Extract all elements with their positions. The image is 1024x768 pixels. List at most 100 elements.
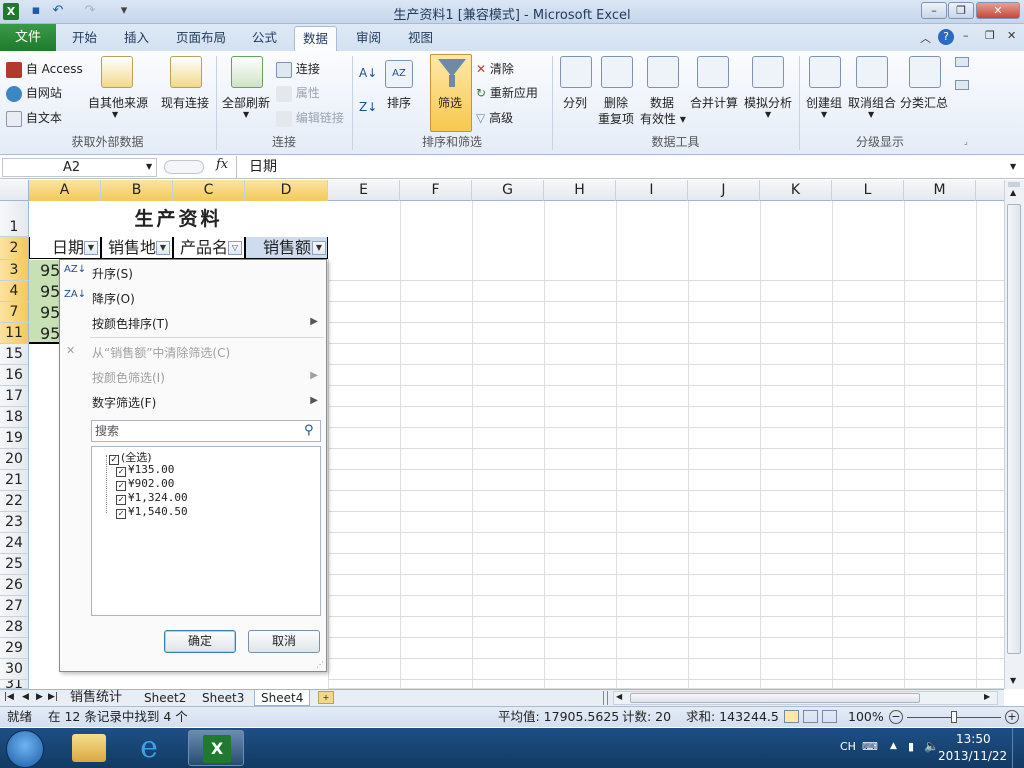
row-header-11[interactable]: 11 xyxy=(0,323,29,344)
properties-button[interactable]: 属性 xyxy=(276,84,320,102)
last-sheet-icon[interactable]: ▶| xyxy=(48,692,58,702)
edit-links-button[interactable]: 编辑链接 xyxy=(276,109,344,127)
file-explorer-icon[interactable] xyxy=(72,734,106,762)
row-header-21[interactable]: 21 xyxy=(0,470,29,491)
row-header-31[interactable]: 31 xyxy=(0,680,29,689)
from-web-button[interactable]: 自网站 xyxy=(6,84,62,102)
normal-view-icon[interactable] xyxy=(784,710,799,723)
language-indicator[interactable]: CH xyxy=(840,740,856,753)
column-header-m[interactable]: M xyxy=(904,180,976,201)
formula-input[interactable]: 日期 xyxy=(236,156,1006,178)
tab-file[interactable]: 文件 xyxy=(0,24,56,51)
other-sources-dropdown-icon[interactable]: ▼ xyxy=(112,110,118,119)
row-header-25[interactable]: 25 xyxy=(0,554,29,575)
zoom-out-icon[interactable]: − xyxy=(889,710,903,724)
column-header-k[interactable]: K xyxy=(760,180,832,201)
resize-grip-icon[interactable]: ⋰ xyxy=(316,660,324,669)
from-access-button[interactable]: 自 Access xyxy=(6,60,83,78)
tab-page-layout[interactable]: 页面布局 xyxy=(168,26,234,51)
filter-active-icon[interactable]: ▽ xyxy=(228,241,242,255)
subtotal-button[interactable]: 分类汇总 xyxy=(900,94,948,111)
restore-button[interactable]: ❐ xyxy=(948,2,974,19)
windows-start-icon[interactable] xyxy=(6,730,44,768)
clear-filter-button[interactable]: ✕ 清除 xyxy=(476,60,514,77)
menu-clear-filter[interactable]: 从“销售额”中清除筛选(C) xyxy=(92,344,230,361)
row-header-20[interactable]: 20 xyxy=(0,449,29,470)
hscroll-thumb[interactable] xyxy=(630,693,920,703)
zoom-in-icon[interactable]: + xyxy=(1005,710,1019,724)
row-header-3[interactable]: 3 xyxy=(0,260,29,281)
row-header-26[interactable]: 26 xyxy=(0,575,29,596)
next-sheet-icon[interactable]: ▶ xyxy=(36,692,43,702)
filter-dropdown-date[interactable]: ▼ xyxy=(84,241,98,255)
row-header-2[interactable]: 2 xyxy=(0,237,29,260)
cell-a7[interactable]: 95. xyxy=(29,302,65,323)
what-if-button[interactable]: 模拟分析 xyxy=(744,94,792,111)
reapply-button[interactable]: ↻ 重新应用 xyxy=(476,84,538,101)
group-dropdown-icon[interactable]: ▼ xyxy=(821,110,827,119)
filter-button[interactable]: 筛选 xyxy=(430,54,472,132)
hide-detail-icon[interactable] xyxy=(955,80,969,90)
refresh-all-button[interactable]: 全部刷新 xyxy=(222,94,270,111)
clock-time[interactable]: 13:50 xyxy=(956,732,991,746)
connections-button[interactable]: 连接 xyxy=(276,60,320,78)
horizontal-scrollbar[interactable]: ◀ ▶ xyxy=(613,691,998,705)
row-header-7[interactable]: 7 xyxy=(0,302,29,323)
wb-close-icon[interactable]: ✕ xyxy=(1007,29,1016,42)
tab-review[interactable]: 审阅 xyxy=(348,26,389,51)
close-button[interactable]: ✕ xyxy=(976,2,1020,19)
wb-restore-icon[interactable]: ❐ xyxy=(985,29,995,42)
cell-a11[interactable]: 95 xyxy=(29,323,60,344)
row-header-29[interactable]: 29 xyxy=(0,638,29,659)
sheet-tab-sales[interactable]: 销售统计 xyxy=(64,690,128,706)
consolidate-button[interactable]: 合并计算 xyxy=(690,94,738,111)
split-box[interactable] xyxy=(1008,182,1020,187)
checkbox-item[interactable]: ✓ ¥1,540.50 xyxy=(116,505,188,519)
sort-ascending-icon[interactable]: A↓ xyxy=(359,66,377,80)
show-desktop-button[interactable] xyxy=(1012,728,1024,768)
column-header-d[interactable]: D xyxy=(245,180,328,201)
ribbon-collapse-icon[interactable]: ︿ xyxy=(920,30,931,46)
volume-icon[interactable]: 🔈 xyxy=(924,739,939,753)
what-if-dropdown-icon[interactable]: ▼ xyxy=(765,110,771,119)
cell-a3[interactable]: 95 xyxy=(29,260,60,281)
row-header-23[interactable]: 23 xyxy=(0,512,29,533)
scroll-right-icon[interactable]: ▶ xyxy=(984,692,990,701)
sort-button[interactable]: 排序 xyxy=(387,94,411,111)
existing-connections-button[interactable]: 现有连接 xyxy=(161,94,209,111)
status-average[interactable]: 平均值: 17905.5625 xyxy=(498,707,619,727)
scroll-left-icon[interactable]: ◀ xyxy=(616,692,622,701)
group-button[interactable]: 创建组 xyxy=(806,94,842,111)
column-header-i[interactable]: I xyxy=(616,180,688,201)
row-header-16[interactable]: 16 xyxy=(0,365,29,386)
sheet-title-cell[interactable]: 生产资料 xyxy=(29,209,328,230)
row-header-1[interactable]: 1 xyxy=(0,201,29,237)
advanced-filter-button[interactable]: ▽ 高级 xyxy=(476,109,513,126)
refresh-all-dropdown-icon[interactable]: ▼ xyxy=(243,110,249,119)
ok-button[interactable]: 确定 xyxy=(164,630,236,653)
column-header-g[interactable]: G xyxy=(472,180,544,201)
filter-value-list[interactable]: ✓ (全选) ✓ ¥135.00 ✓ ¥902.00 ✓ ¥1,324.00 ✓ ¥1,5… xyxy=(91,446,321,616)
sheet-tab-sheet3[interactable]: Sheet3 xyxy=(196,690,250,706)
column-header-b[interactable]: B xyxy=(101,180,173,201)
page-layout-view-icon[interactable] xyxy=(803,710,818,723)
dialog-launcher-icon[interactable]: ⌟ xyxy=(964,137,968,146)
formula-bar-resize-handle[interactable] xyxy=(164,160,204,174)
excel-taskbar-icon[interactable]: X xyxy=(188,730,244,766)
menu-sort-ascending[interactable]: 升序(S) xyxy=(92,265,133,282)
row-header-30[interactable]: 30 xyxy=(0,659,29,680)
menu-sort-by-color[interactable]: 按颜色排序(T) xyxy=(92,315,169,332)
tab-split-handle[interactable] xyxy=(603,691,608,705)
cancel-button[interactable]: 取消 xyxy=(248,630,320,653)
column-header-c[interactable]: C xyxy=(173,180,245,201)
name-box-dropdown-icon[interactable]: ▼ xyxy=(146,162,152,171)
zoom-slider[interactable] xyxy=(907,711,1001,723)
sort-descending-icon[interactable]: Z↓ xyxy=(359,100,377,114)
filter-dropdown-region[interactable]: ▼ xyxy=(156,241,170,255)
ungroup-dropdown-icon[interactable]: ▼ xyxy=(868,110,874,119)
sheet-tab-sheet2[interactable]: Sheet2 xyxy=(138,690,192,706)
row-header-17[interactable]: 17 xyxy=(0,386,29,407)
name-box[interactable]: A2 xyxy=(2,158,157,177)
column-header-a[interactable]: A xyxy=(29,180,101,201)
column-header-h[interactable]: H xyxy=(544,180,616,201)
